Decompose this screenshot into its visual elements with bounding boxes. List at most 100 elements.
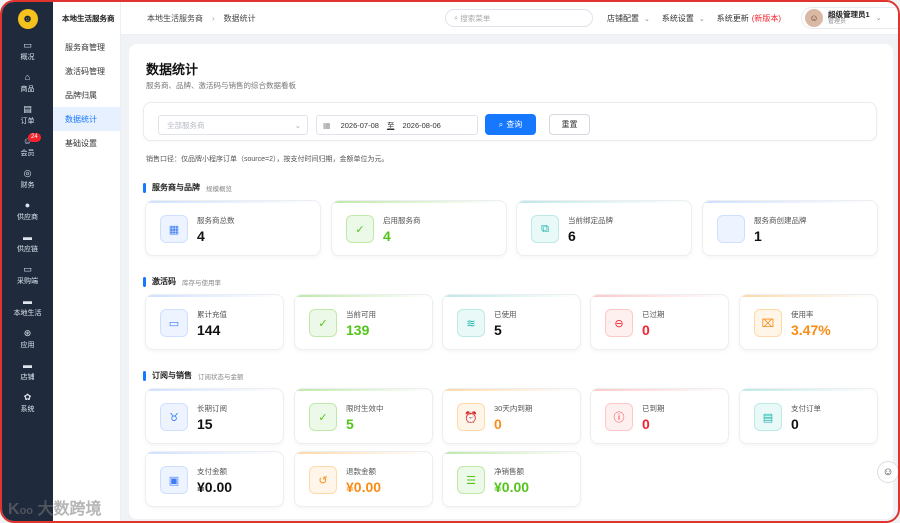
menu-label: 店铺配置 — [607, 14, 639, 23]
stat-card: ✓ 启用服务商 4 — [331, 200, 507, 256]
new-version-badge: (新版本) — [751, 14, 782, 23]
nav-item-3[interactable]: ☺ 会员 24 — [2, 131, 53, 163]
document-icon: ▤ — [23, 104, 32, 114]
subnav-item-4[interactable]: 基础设置 — [53, 131, 120, 155]
check-circle-icon: ✓ — [309, 403, 337, 431]
nav-item-0[interactable]: ▭ 概况 — [2, 35, 53, 67]
stat-card: ↺ 退款金额 ¥0.00 — [294, 451, 433, 507]
stat-value: 15 — [197, 416, 213, 432]
stat-value: 4 — [197, 228, 205, 244]
nav-item-11[interactable]: ✿ 系统 — [2, 387, 53, 419]
menu-search-input[interactable]: ⌕ 搜索菜单 — [445, 9, 593, 27]
stat-label: 服务商创建品牌 — [754, 216, 807, 225]
app-logo[interactable]: ☻ — [2, 2, 53, 35]
user-menu[interactable]: ☺ 超级管理员1 管理员 ⌄ — [801, 7, 898, 29]
page-subtitle: 服务商、品牌、激活码与销售的综合数据看板 — [146, 81, 296, 90]
user-name: 超级管理员1 — [828, 9, 870, 19]
stat-label: 使用率 — [791, 310, 814, 319]
query-button[interactable]: ⌕ 查询 — [485, 114, 536, 135]
provider-select[interactable]: 全部服务商 ⌄ — [158, 115, 308, 135]
menu-store-config[interactable]: 店铺配置 ⌄ — [607, 13, 662, 24]
content-panel: 数据统计 服务商、品牌、激活码与销售的综合数据看板 全部服务商 ⌄ ▦ 2026… — [129, 44, 893, 519]
nav-item-10[interactable]: ▬ 店铺 — [2, 355, 53, 387]
stat-label: 服务商总数 — [197, 216, 235, 225]
stat-label: 累计充值 — [197, 310, 227, 319]
wallet-icon: ▣ — [160, 466, 188, 494]
stat-value: ¥0.00 — [346, 479, 382, 495]
assistant-avatar-icon[interactable]: ☺ — [877, 461, 898, 483]
nav-item-label: 系统 — [20, 406, 35, 413]
stat-card: ▦ 服务商总数 4 — [145, 200, 321, 256]
blank-icon — [717, 215, 745, 243]
chart-board-icon: ⌧ — [754, 309, 782, 337]
date-range-picker[interactable]: ▦ 2026-07-08 至 2026-08-06 — [316, 115, 478, 135]
card-accent-line — [295, 295, 432, 297]
watermark-text: 大数跨境 — [37, 501, 102, 518]
inbox-icon: ▭ — [160, 309, 188, 337]
nav-item-label: 供应商 — [17, 214, 38, 221]
nav-item-6[interactable]: ▬ 供应链 — [2, 227, 53, 259]
subnav-item-1[interactable]: 激活码管理 — [53, 59, 120, 83]
subnav-item-2[interactable]: 品牌归属 — [53, 83, 120, 107]
section-header: 订阅与销售 订阅状态与金额 — [143, 370, 244, 381]
stat-label: 支付订单 — [791, 404, 821, 413]
calendar-icon: ▦ — [323, 120, 331, 130]
reset-button[interactable]: 重置 — [549, 114, 590, 135]
link-icon: ⧉ — [531, 215, 559, 243]
menu-system-settings[interactable]: 系统设置 ⌄ — [662, 13, 717, 24]
card-accent-line — [332, 201, 506, 203]
search-placeholder: 搜索菜单 — [460, 13, 491, 23]
breadcrumb: 本地生活服务商 › 数据统计 — [121, 13, 256, 24]
nav-item-label: 商品 — [20, 86, 35, 93]
check-circle-icon: ✓ — [309, 309, 337, 337]
nav-item-5[interactable]: ● 供应商 — [2, 195, 53, 227]
nav-item-2[interactable]: ▤ 订单 — [2, 99, 53, 131]
nav-item-1[interactable]: ⌂ 商品 — [2, 67, 53, 99]
nav-item-label: 概况 — [20, 54, 35, 61]
alert-circle-icon: ⓘ — [605, 403, 633, 431]
stat-value: ¥0.00 — [197, 479, 233, 495]
stat-label: 启用服务商 — [383, 216, 421, 225]
stat-card: ♉ 长期订阅 15 — [145, 388, 284, 444]
card-accent-line — [146, 295, 283, 297]
nav-item-9[interactable]: ⊛ 应用 — [2, 323, 53, 355]
date-separator: 至 — [386, 120, 395, 130]
section-title: 订阅与销售 — [152, 371, 192, 380]
receipt-icon: ▤ — [754, 403, 782, 431]
date-end[interactable]: 2026-08-06 — [402, 121, 440, 130]
nav-item-label: 本地生活 — [13, 310, 42, 317]
reset-button-label: 重置 — [561, 120, 578, 129]
stat-label: 当前绑定品牌 — [568, 216, 613, 225]
filter-bar: 全部服务商 ⌄ ▦ 2026-07-08 至 2026-08-06 ⌕ 查询 重… — [143, 102, 877, 141]
nav-item-4[interactable]: ◎ 财务 — [2, 163, 53, 195]
chevron-down-icon: ⌄ — [294, 120, 301, 130]
stat-card: ▭ 累计充值 144 — [145, 294, 284, 350]
card-accent-line — [703, 201, 877, 203]
section-accent — [143, 182, 146, 193]
search-icon: ⌕ — [454, 13, 459, 22]
alarm-clock-icon: ⏰ — [457, 403, 485, 431]
date-start[interactable]: 2026-07-08 — [341, 121, 379, 130]
stat-value: 139 — [346, 322, 370, 338]
nav-item-8[interactable]: ▬ 本地生活 — [2, 291, 53, 323]
section-accent — [143, 276, 146, 287]
coins-stack-icon: ☰ — [457, 466, 485, 494]
breadcrumb-item[interactable]: 本地生活服务商 — [147, 13, 203, 24]
card-accent-line — [146, 201, 320, 203]
sales-note: 销售口径：仅品牌小程序订单（source=2），按支付时间归期，金额单位为元。 — [146, 156, 389, 163]
watermark: Koo 大数跨境 — [8, 501, 102, 518]
wallet-icon: ◎ — [23, 168, 32, 178]
system-update-link[interactable]: 系统更新 (新版本) — [717, 13, 781, 24]
stat-value: 4 — [383, 228, 391, 244]
layers-icon: ▬ — [23, 296, 32, 306]
user-role: 管理员 — [828, 18, 847, 25]
stat-card: ▤ 支付订单 0 — [739, 388, 878, 444]
stat-value: 5 — [494, 322, 502, 338]
subnav-item-0[interactable]: 服务商管理 — [53, 35, 120, 59]
subnav-item-3[interactable]: 数据统计 — [53, 107, 120, 131]
nav-item-7[interactable]: ▭ 采购端 — [2, 259, 53, 291]
count-badge: 24 — [28, 133, 41, 142]
card-accent-line — [740, 389, 877, 391]
apps-icon: ⊛ — [23, 328, 32, 338]
card-accent-line — [443, 452, 580, 454]
